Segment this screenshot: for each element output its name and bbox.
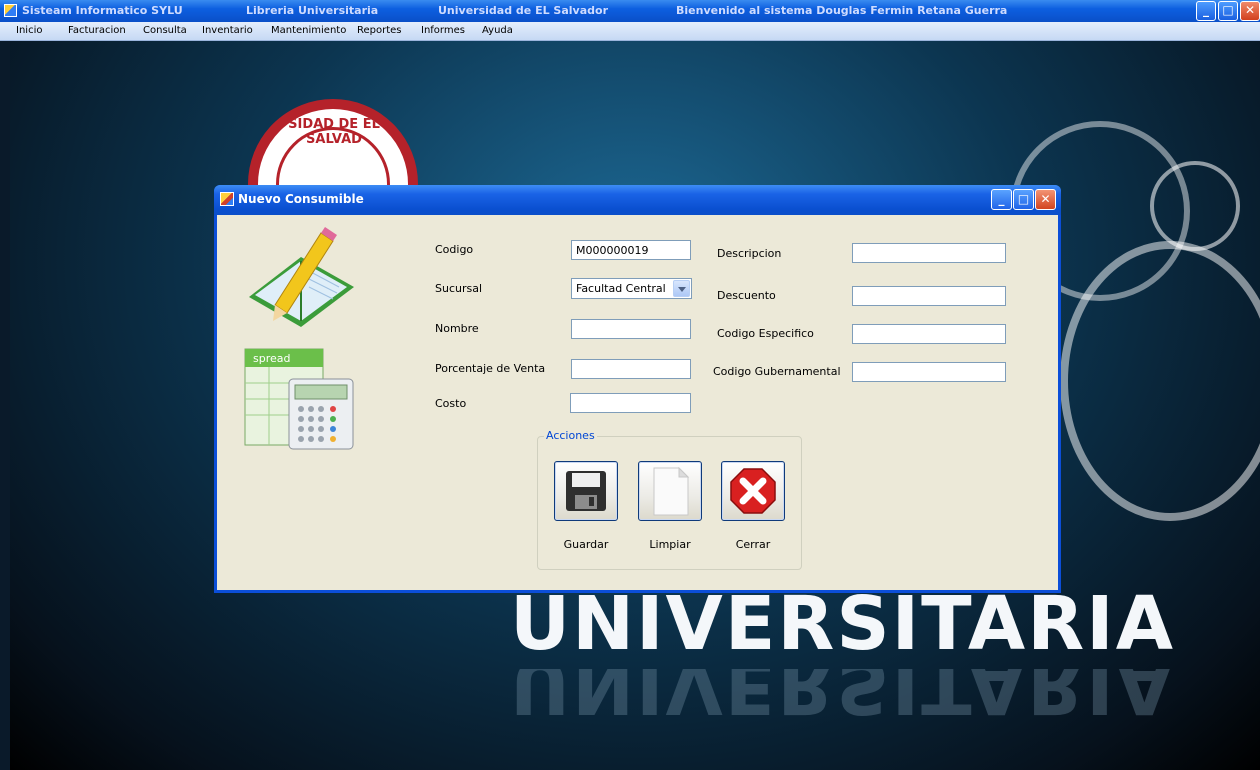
chevron-down-icon[interactable] <box>673 280 690 297</box>
notebook-pencil-icon <box>249 227 354 327</box>
watermark-reflection: UNIVERSITARIA <box>510 669 1175 729</box>
clear-button[interactable] <box>638 461 702 521</box>
dialog-maximize-button[interactable]: □ <box>1013 189 1034 210</box>
codigo-field[interactable] <box>571 240 691 260</box>
sucursal-selected-value: Facultad Central <box>576 282 666 295</box>
nuevo-consumible-dialog: Nuevo Consumible _ □ ✕ spread Codigo M00… <box>214 185 1061 593</box>
menu-facturacion[interactable]: Facturacion <box>68 25 126 36</box>
nombre-label: Nombre <box>435 322 479 335</box>
save-label: Guardar <box>563 538 609 551</box>
dialog-body: spread Codigo Sucursal Facultad Central <box>217 215 1058 590</box>
close-form-label: Cerrar <box>735 538 771 551</box>
sucursal-label: Sucursal <box>435 282 483 295</box>
menu-ayuda[interactable]: Ayuda <box>482 25 513 36</box>
menubar: Inicio Facturacion Consulta Inventario M… <box>0 22 1260 41</box>
codigo-label: Codigo <box>435 243 474 256</box>
descripcion-label: Descripcion <box>717 247 782 260</box>
dialog-minimize-button[interactable]: _ <box>991 189 1012 210</box>
seal-text: SIDAD DE EL SALVAD <box>288 117 380 147</box>
main-titlebar: Sisteam Informatico SYLU Libreria Univer… <box>0 0 1260 22</box>
dialog-icon <box>220 192 234 206</box>
codigo-gubernamental-label: Codigo Gubernamental <box>713 365 841 378</box>
close-form-button[interactable] <box>721 461 785 521</box>
menu-consulta[interactable]: Consulta <box>143 25 187 36</box>
maximize-button[interactable]: □ <box>1218 1 1238 21</box>
porcentaje-venta-label: Porcentaje de Venta <box>435 362 546 375</box>
nombre-field[interactable] <box>571 319 691 339</box>
dialog-titlebar[interactable]: Nuevo Consumible _ □ ✕ <box>214 185 1061 215</box>
blank-document-icon <box>653 466 690 516</box>
store-title: Libreria Universitaria <box>246 4 379 17</box>
acciones-groupbox: Acciones Guardar Limpiar Cerrar <box>537 429 802 570</box>
welcome-title: Bienvenido al sistema Douglas Fermin Ret… <box>676 4 1008 17</box>
minimize-button[interactable]: _ <box>1196 1 1216 21</box>
sucursal-select[interactable]: Facultad Central <box>571 278 692 299</box>
menu-inventario[interactable]: Inventario <box>202 25 253 36</box>
save-button[interactable] <box>554 461 618 521</box>
codigo-gubernamental-field[interactable] <box>852 362 1006 382</box>
costo-label: Costo <box>435 397 467 410</box>
menu-inicio[interactable]: Inicio <box>16 25 42 36</box>
swirl-ornament-large <box>1060 241 1260 521</box>
spread-icon-text: spread <box>253 352 291 365</box>
menu-reportes[interactable]: Reportes <box>357 25 402 36</box>
swirl-ornament-small <box>1150 161 1240 251</box>
descuento-field[interactable] <box>852 286 1006 306</box>
codigo-especifico-label: Codigo Especifico <box>717 327 814 340</box>
menu-mantenimiento[interactable]: Mantenimiento <box>271 25 346 36</box>
stop-close-icon <box>730 468 776 514</box>
university-title: Universidad de EL Salvador <box>438 4 608 17</box>
codigo-especifico-field[interactable] <box>852 324 1006 344</box>
app-icon <box>4 4 17 17</box>
porcentaje-venta-field[interactable] <box>571 359 691 379</box>
descripcion-field[interactable] <box>852 243 1006 263</box>
dialog-title: Nuevo Consumible <box>238 192 364 206</box>
acciones-legend: Acciones <box>544 429 597 442</box>
costo-field[interactable] <box>570 393 691 413</box>
main-window: Sisteam Informatico SYLU Libreria Univer… <box>0 0 1260 770</box>
dialog-close-button[interactable]: ✕ <box>1035 189 1056 210</box>
app-title: Sisteam Informatico SYLU <box>22 4 183 17</box>
clear-label: Limpiar <box>649 538 691 551</box>
close-button[interactable]: ✕ <box>1240 1 1260 21</box>
menu-informes[interactable]: Informes <box>421 25 465 36</box>
floppy-disk-icon <box>566 471 606 511</box>
spreadsheet-calculator-icon: spread <box>244 348 354 450</box>
watermark-text: UNIVERSITARIA <box>510 581 1175 667</box>
descuento-label: Descuento <box>717 289 776 302</box>
